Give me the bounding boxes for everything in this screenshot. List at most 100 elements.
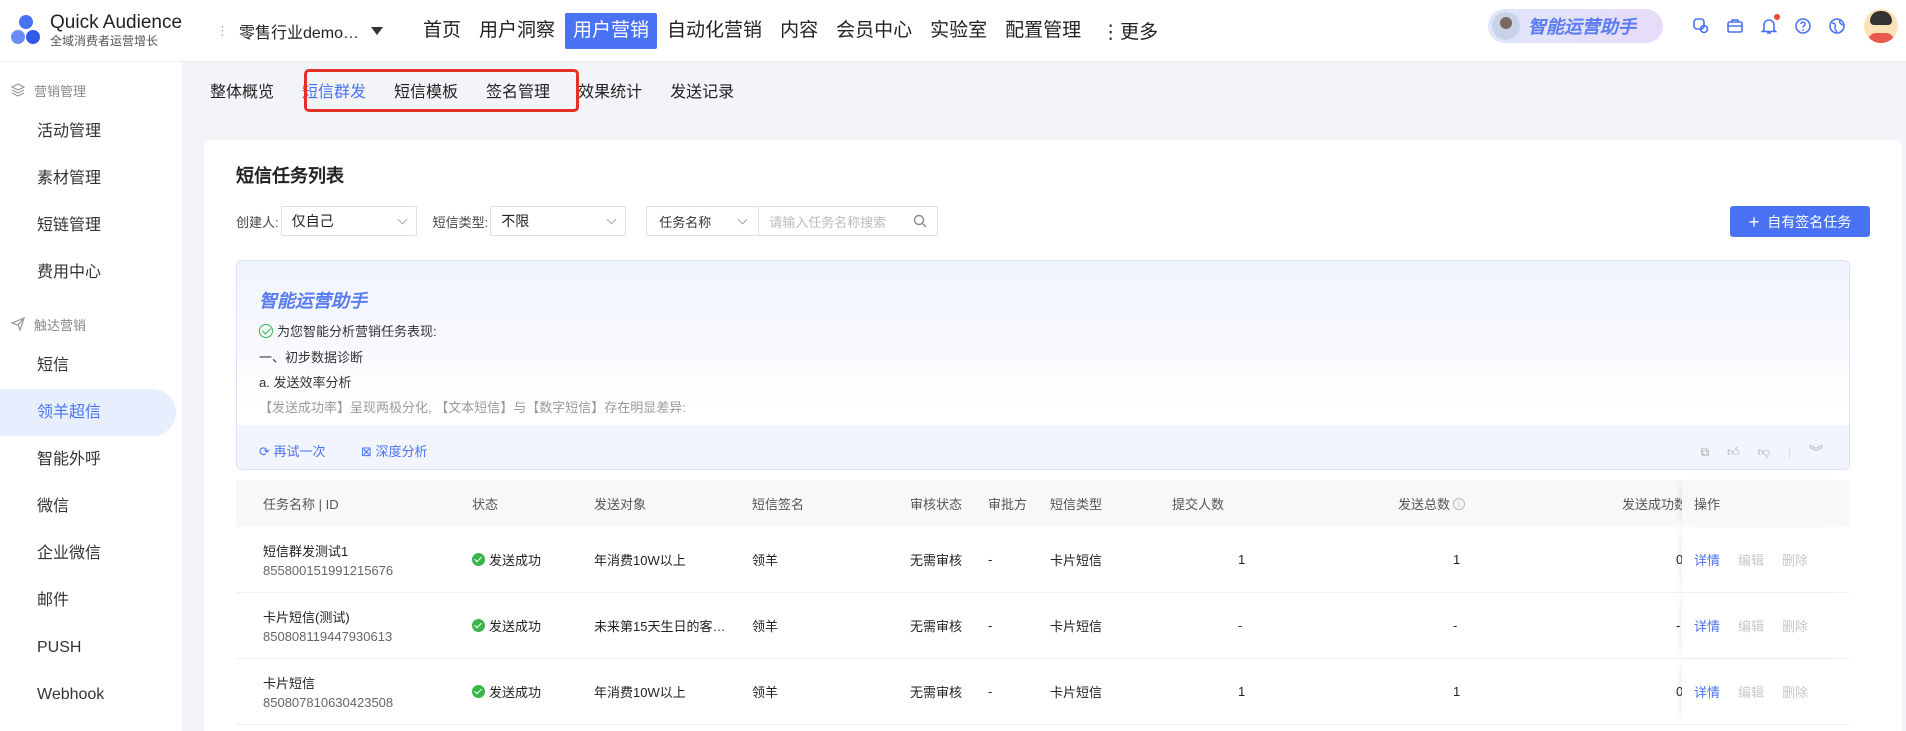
review-status-cell: 无需审核 — [910, 685, 963, 700]
plus-icon: + — [1748, 211, 1760, 232]
brand[interactable]: Quick Audience 全域消费者运营增长 — [0, 12, 210, 49]
sidebar-item-push[interactable]: PUSH — [0, 624, 182, 671]
table-row[interactable]: 卡片短信(测试) 850808119447930613 发送成功 未来第15天生… — [236, 593, 1850, 659]
sidebar-item-material[interactable]: 素材管理 — [0, 155, 182, 202]
ops-links: 详情 编辑 删除 — [1694, 527, 1826, 592]
edit-link[interactable]: 编辑 — [1738, 550, 1764, 569]
col-header-send-success: 发送成功数 — [1622, 497, 1688, 512]
user-avatar[interactable] — [1864, 9, 1898, 43]
sms-type-filter-label: 短信类型: — [432, 214, 489, 230]
search-icon[interactable] — [913, 214, 927, 228]
ops-column-header: 操作 — [1682, 480, 1850, 527]
sidebar-item-smart-call[interactable]: 智能外呼 — [0, 436, 182, 483]
nav-item-content[interactable]: 内容 — [772, 13, 826, 49]
delete-link[interactable]: 删除 — [1782, 616, 1808, 635]
signature-cell: 领羊 — [752, 685, 779, 700]
search-field-select[interactable]: 任务名称 — [647, 207, 760, 235]
col-header-name: 任务名称 | ID — [263, 497, 339, 512]
refresh-icon: ⟳ — [259, 444, 270, 459]
briefcase-icon[interactable] — [1718, 9, 1752, 43]
deep-analysis-button[interactable]: ⊠ 深度分析 — [361, 441, 428, 460]
sidebar-item-cost-center[interactable]: 费用中心 — [0, 249, 182, 296]
task-id: 855800151991215676 — [263, 563, 394, 578]
nav-more[interactable]: ⋮更多 — [1101, 17, 1158, 44]
nav-item-config[interactable]: 配置管理 — [997, 13, 1089, 49]
table-row[interactable]: 卡片短信 850807810630423508 发送成功 年消费10W以上 领羊… — [236, 659, 1850, 725]
nav-item-user-marketing[interactable]: 用户营销 — [565, 12, 658, 49]
detail-link[interactable]: 详情 — [1694, 550, 1720, 569]
task-id: 850808119447930613 — [263, 629, 393, 644]
col-header-review-status: 审核状态 — [910, 497, 963, 512]
own-signature-task-label: 自有签名任务 — [1767, 213, 1852, 230]
edit-link[interactable]: 编辑 — [1738, 682, 1764, 701]
col-header-status: 状态 — [472, 497, 499, 512]
task-name-cell: 卡片短信 850807810630423508 — [263, 659, 393, 724]
sidebar-group-reach-marketing: 触达营销 — [0, 306, 182, 342]
nav-item-home[interactable]: 首页 — [415, 13, 469, 49]
sidebar-item-activity[interactable]: 活动管理 — [0, 108, 182, 155]
ops-cell: 详情 编辑 删除 — [1682, 659, 1850, 724]
brand-tagline: 全域消费者运营增长 — [50, 34, 159, 48]
quick-audience-logo-icon — [10, 14, 42, 48]
delete-link[interactable]: 删除 — [1782, 550, 1808, 569]
help-icon[interactable] — [1786, 9, 1820, 43]
info-icon[interactable]: i — [1453, 497, 1466, 510]
submit-count-cell: 1 — [1238, 552, 1246, 567]
tab-overview[interactable]: 整体概览 — [210, 78, 274, 102]
sidebar-item-short-link[interactable]: 短链管理 — [0, 202, 182, 249]
type-cell: 卡片短信 — [1050, 553, 1103, 568]
main-nav: 首页 用户洞察 用户营销 自动化营销 内容 会员中心 实验室 配置管理 ⋮更多 — [415, 0, 1158, 62]
sidebar-item-wecom[interactable]: 企业微信 — [0, 530, 182, 577]
tab-send-records[interactable]: 发送记录 — [670, 78, 734, 102]
sidebar-item-sms[interactable]: 短信 — [0, 342, 182, 389]
globe-icon[interactable] — [1820, 9, 1854, 43]
review-status-cell: 无需审核 — [910, 619, 963, 634]
bell-icon[interactable] — [1752, 9, 1786, 43]
edit-link[interactable]: 编辑 — [1738, 616, 1764, 635]
submit-count-cell: 1 — [1238, 684, 1246, 699]
tenant-switcher[interactable]: ⋮ 零售行业demo… — [210, 0, 415, 62]
ai-line-intro-text: 为您智能分析营销任务表现: — [277, 324, 437, 339]
copy-icon[interactable]: ⧉ — [1701, 445, 1710, 460]
creator-select[interactable]: 仅自己 — [280, 206, 417, 236]
nav-item-user-insight[interactable]: 用户洞察 — [471, 13, 563, 49]
detail-link[interactable]: 详情 — [1694, 682, 1720, 701]
table-row[interactable]: 短信群发测试1 855800151991215676 发送成功 年消费10W以上… — [236, 527, 1850, 593]
sidebar-group-label: 营销管理 — [34, 83, 87, 99]
ai-panel-tools: ⧉ 👍︎ 👎︎ | ︾ — [1683, 442, 1823, 462]
delete-link[interactable]: 删除 — [1782, 682, 1808, 701]
sms-type-select[interactable]: 不限 — [490, 206, 627, 236]
col-header-send-total: 发送总数 i — [1398, 480, 1466, 527]
ops-cell: 详情 编辑 删除 — [1682, 527, 1850, 592]
thumbs-up-icon[interactable]: 👍︎ — [1727, 445, 1740, 460]
sidebar-item-lingyang-chaoxin[interactable]: 领羊超信 — [0, 389, 176, 436]
top-icon-group — [1684, 0, 1906, 52]
sidebar-item-wechat[interactable]: 微信 — [0, 483, 182, 530]
highlight-annotation-box — [304, 69, 579, 112]
signature-cell: 领羊 — [752, 553, 779, 568]
send-icon — [10, 316, 25, 332]
detail-link[interactable]: 详情 — [1694, 616, 1720, 635]
search-input[interactable]: 请输入任务名称搜索 — [759, 207, 937, 235]
own-signature-task-button[interactable]: + 自有签名任务 — [1730, 206, 1870, 237]
app-icon[interactable] — [1684, 9, 1718, 43]
assistant-button[interactable]: 智能运营助手 — [1488, 9, 1663, 43]
retry-button[interactable]: ⟳ 再试一次 — [259, 441, 326, 460]
sidebar-item-webhook[interactable]: Webhook — [0, 671, 182, 718]
collapse-chevrons-icon[interactable]: ︾ — [1809, 442, 1823, 462]
task-name-cell: 短信群发测试1 855800151991215676 — [263, 527, 393, 592]
task-name: 卡片短信(测试) — [263, 610, 350, 625]
creator-select-value: 仅自己 — [291, 213, 334, 229]
chevron-down-icon — [397, 214, 408, 224]
sidebar-item-email[interactable]: 邮件 — [0, 577, 182, 624]
ai-panel-title: 智能运营助手 — [259, 291, 367, 311]
thumbs-down-icon[interactable]: 👎︎ — [1758, 445, 1770, 460]
sms-task-table: 任务名称 | ID 状态 发送对象 短信签名 审核状态 审批方 短信类型 提交人… — [236, 480, 1850, 725]
nav-item-automation[interactable]: 自动化营销 — [659, 13, 770, 49]
ai-line-efficiency: a. 发送效率分析 — [259, 375, 352, 390]
nav-item-member-center[interactable]: 会员中心 — [828, 13, 920, 49]
page-title: 短信任务列表 — [236, 166, 344, 186]
filter-bar: 创建人: 仅自己 短信类型: 不限 任务名称 请输入任务名称搜索 — [236, 206, 939, 236]
tab-effect-statistics[interactable]: 效果统计 — [578, 78, 642, 102]
nav-item-lab[interactable]: 实验室 — [922, 13, 995, 49]
